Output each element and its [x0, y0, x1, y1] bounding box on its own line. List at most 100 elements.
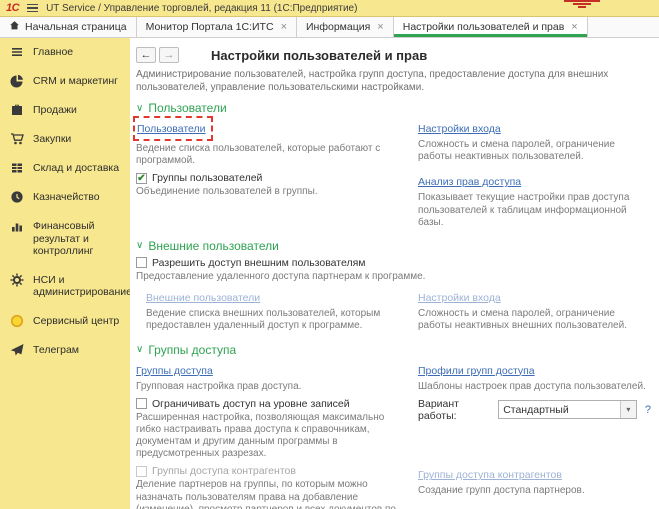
allow-external-checkbox[interactable]: Разрешить доступ внешним пользователям [136, 257, 651, 269]
logo-1c-icon: 1С [6, 2, 19, 14]
work-variant-value: Стандартный [499, 401, 620, 418]
section-title: Пользователи [148, 101, 226, 115]
section-access-groups-body: Группы доступа Групповая настройка прав … [136, 361, 651, 509]
checkbox-unchecked-icon [136, 398, 147, 409]
access-profiles-link[interactable]: Профили групп доступа [418, 365, 535, 377]
access-profiles-desc: Шаблоны настроек прав доступа пользовате… [418, 381, 651, 393]
row-level-block: Ограничивать доступ на уровне записей Ра… [136, 398, 408, 461]
checkbox-label: Ограничивать доступ на уровне записей [152, 398, 350, 410]
help-link[interactable]: ? [645, 404, 651, 416]
page-title: Настройки пользователей и прав [211, 48, 427, 63]
external-login-settings-block: Настройки входа Сложность и смена пароле… [418, 288, 651, 332]
pie-chart-icon [10, 74, 24, 88]
section-title: Группы доступа [148, 343, 236, 357]
tab-label: Информация [306, 21, 370, 33]
counterparty-groups-link[interactable]: Группы доступа контрагентов [418, 469, 562, 481]
external-users-link[interactable]: Внешние пользователи [146, 292, 260, 304]
allow-external-desc: Предоставление удаленного доступа партне… [136, 271, 651, 283]
chevron-down-icon: ∨ [136, 344, 143, 355]
sidebar-item-label: Телеграм [33, 344, 79, 357]
sidebar: Главное CRM и маркетинг Продажи Закупки … [0, 38, 130, 509]
gear-icon [10, 273, 24, 287]
section-header-users[interactable]: ∨ Пользователи [136, 101, 651, 115]
tab-close-icon[interactable]: × [571, 21, 577, 33]
service-center-icon [10, 314, 24, 328]
tab-close-icon[interactable]: × [377, 21, 383, 33]
sidebar-item-crm-marketing[interactable]: CRM и маркетинг [0, 67, 130, 96]
checkbox-label: Группы пользователей [152, 172, 262, 184]
work-variant-block: Вариант работы: Стандартный ▾ ? [418, 398, 651, 461]
section-users-body: Пользователи Ведение списка пользователе… [136, 119, 651, 234]
counterparty-groups-checkbox[interactable]: Группы доступа контрагентов [136, 465, 408, 477]
home-icon [9, 20, 20, 34]
section-external-body: Разрешить доступ внешним пользователям П… [136, 257, 651, 338]
allow-external-block: Разрешить доступ внешним пользователям П… [136, 257, 651, 283]
tab-home[interactable]: Начальная страница [0, 17, 137, 37]
user-groups-block: ✔ Группы пользователей Объединение польз… [136, 172, 408, 229]
settings-page: ← → Настройки пользователей и прав Админ… [130, 38, 659, 509]
access-analysis-block: Анализ прав доступа Показывает текущие н… [418, 172, 651, 229]
tab-bar: Начальная страница Монитор Портала 1С:ИТ… [0, 17, 659, 38]
access-analysis-link[interactable]: Анализ прав доступа [418, 176, 521, 188]
sidebar-item-purchases[interactable]: Закупки [0, 125, 130, 154]
section-header-external-users[interactable]: ∨ Внешние пользователи [136, 239, 651, 253]
checkbox-label: Разрешить доступ внешним пользователям [152, 257, 366, 269]
sidebar-item-label: CRM и маркетинг [33, 75, 118, 88]
access-groups-link[interactable]: Группы доступа [136, 365, 213, 377]
section-title: Внешние пользователи [148, 239, 278, 253]
paper-plane-icon [10, 343, 24, 357]
tab-close-icon[interactable]: × [281, 21, 287, 33]
sidebar-item-sales[interactable]: Продажи [0, 96, 130, 125]
access-groups-link-block: Группы доступа Групповая настройка прав … [136, 361, 408, 393]
user-groups-checkbox[interactable]: ✔ Группы пользователей [136, 172, 408, 184]
briefcase-icon [10, 103, 24, 117]
sidebar-item-label: Финансовый результат и контроллинг [33, 220, 124, 258]
window-title: UT Service / Управление торговлей, редак… [46, 3, 357, 14]
page-nav: ← → Настройки пользователей и прав [136, 45, 651, 65]
chevron-down-icon: ∨ [136, 240, 143, 251]
counterparty-groups-link-desc: Создание групп доступа партнеров. [418, 485, 651, 497]
access-groups-desc: Групповая настройка прав доступа. [136, 381, 408, 393]
sidebar-item-label: Казначейство [33, 191, 100, 204]
login-settings-block: Настройки входа Сложность и смена пароле… [418, 119, 651, 167]
sidebar-item-warehouse-delivery[interactable]: Склад и доставка [0, 154, 130, 183]
sidebar-item-telegram[interactable]: Телеграм [0, 336, 130, 365]
page-description: Администрирование пользователей, настрой… [136, 69, 641, 94]
counterparty-groups-block: Группы доступа контрагентов Деление парт… [136, 465, 408, 509]
counterparty-groups-link-block: Группы доступа контрагентов Создание гру… [418, 465, 651, 509]
highlight-box: Пользователи [133, 116, 213, 141]
sidebar-item-main[interactable]: Главное [0, 38, 130, 67]
external-users-link-block: Внешние пользователи Ведение списка внеш… [136, 288, 408, 332]
work-variant-select[interactable]: Стандартный ▾ [498, 400, 637, 419]
sidebar-item-label: Закупки [33, 133, 71, 146]
external-login-settings-link[interactable]: Настройки входа [418, 292, 501, 304]
user-groups-desc: Объединение пользователей в группы. [136, 186, 408, 198]
row-level-checkbox[interactable]: Ограничивать доступ на уровне записей [136, 398, 408, 410]
counterparty-groups-desc: Деление партнеров на группы, по которым … [136, 479, 408, 509]
back-button[interactable]: ← [136, 47, 156, 63]
work-variant-label: Вариант работы: [418, 398, 493, 422]
row-level-desc: Расширенная настройка, позволяющая макси… [136, 412, 408, 461]
tab-information[interactable]: Информация × [297, 17, 394, 37]
checkbox-unchecked-icon [136, 257, 147, 268]
section-header-access-groups[interactable]: ∨ Группы доступа [136, 343, 651, 357]
users-link[interactable]: Пользователи [137, 123, 206, 135]
sidebar-item-nsi-administration[interactable]: НСИ и администрирование [0, 266, 130, 307]
sidebar-item-label: Склад и доставка [33, 162, 119, 175]
chevron-down-icon: ∨ [136, 103, 143, 114]
dropdown-arrow-icon[interactable]: ▾ [620, 401, 636, 418]
sidebar-item-treasury[interactable]: Казначейство [0, 183, 130, 212]
checkbox-checked-icon: ✔ [136, 173, 147, 184]
sidebar-item-service-center[interactable]: Сервисный центр [0, 307, 130, 336]
cart-icon [10, 132, 24, 146]
tab-user-rights-settings[interactable]: Настройки пользователей и прав × [394, 17, 588, 37]
main-menu-icon[interactable] [27, 4, 38, 13]
tab-its-monitor[interactable]: Монитор Портала 1С:ИТС × [137, 17, 297, 37]
users-link-desc: Ведение списка пользователей, которые ра… [136, 143, 408, 167]
external-users-desc: Ведение списка внешних пользователей, ко… [146, 308, 408, 332]
app-window: 1С UT Service / Управление торговлей, ре… [0, 0, 659, 509]
sidebar-item-financial-result[interactable]: Финансовый результат и контроллинг [0, 212, 130, 266]
forward-button[interactable]: → [159, 47, 179, 63]
external-login-settings-desc: Сложность и смена паролей, ограничение р… [418, 308, 651, 332]
login-settings-link[interactable]: Настройки входа [418, 123, 501, 135]
